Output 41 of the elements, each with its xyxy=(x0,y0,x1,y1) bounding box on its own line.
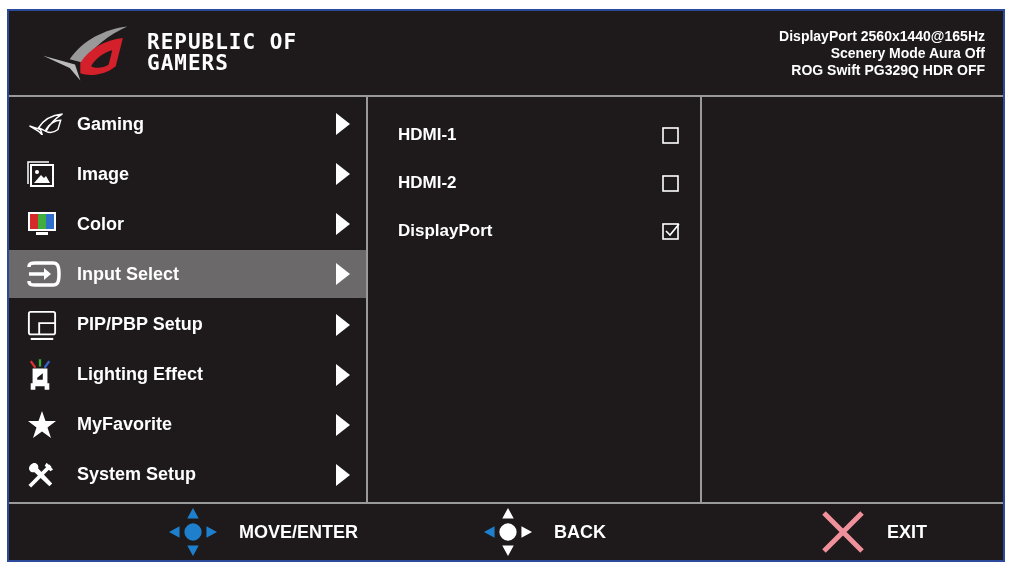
arrow-right-icon xyxy=(336,113,350,136)
checkbox[interactable] xyxy=(662,222,680,240)
image-icon xyxy=(27,160,55,189)
input-icon xyxy=(27,261,61,288)
status-text: DisplayPort 2560x1440@165Hz xyxy=(779,27,985,45)
arrow-right-icon xyxy=(336,313,350,336)
status-text: Scenery Mode Aura Off xyxy=(830,44,985,62)
arrow-right-icon xyxy=(336,263,350,286)
brand-name: GAMERS xyxy=(147,53,230,74)
lighting-robot-icon xyxy=(27,358,53,391)
arrow-right-icon xyxy=(336,413,350,436)
pip-screen-icon xyxy=(27,309,57,340)
menu-item[interactable]: System Setup xyxy=(9,450,366,499)
dpad-icon xyxy=(484,508,532,556)
checkbox[interactable] xyxy=(662,174,680,192)
menu-item[interactable]: Color xyxy=(9,200,366,249)
arrow-right-icon xyxy=(336,213,350,236)
brand-name: REPUBLIC OF xyxy=(147,32,298,53)
star-icon xyxy=(27,409,57,440)
option-label: DisplayPort xyxy=(398,221,493,241)
rog-eye-icon xyxy=(27,113,65,136)
color-monitor-icon xyxy=(27,211,57,238)
menu-item[interactable]: Gaming xyxy=(9,100,366,149)
option-label: HDMI-2 xyxy=(398,173,457,193)
arrow-right-icon xyxy=(336,463,350,486)
menu-item[interactable]: Image xyxy=(9,150,366,199)
tools-icon xyxy=(27,460,55,489)
option-label: HDMI-1 xyxy=(398,125,457,145)
arrow-right-icon xyxy=(336,363,350,386)
checkbox[interactable] xyxy=(662,126,680,144)
hint-label: MOVE/ENTER xyxy=(239,521,358,543)
menu-item[interactable]: MyFavorite xyxy=(9,400,366,449)
menu-item[interactable]: PIP/PBP Setup xyxy=(9,300,366,349)
close-icon xyxy=(821,510,865,554)
dpad-icon xyxy=(169,508,217,556)
arrow-right-icon xyxy=(336,163,350,186)
hint-label: BACK xyxy=(554,521,606,543)
hint-label: EXIT xyxy=(887,521,928,543)
menu-item[interactable]: Input Select xyxy=(9,250,366,299)
status-text: ROG Swift PG329Q HDR OFF xyxy=(791,61,985,79)
menu-item[interactable]: Lighting Effect xyxy=(9,350,366,399)
